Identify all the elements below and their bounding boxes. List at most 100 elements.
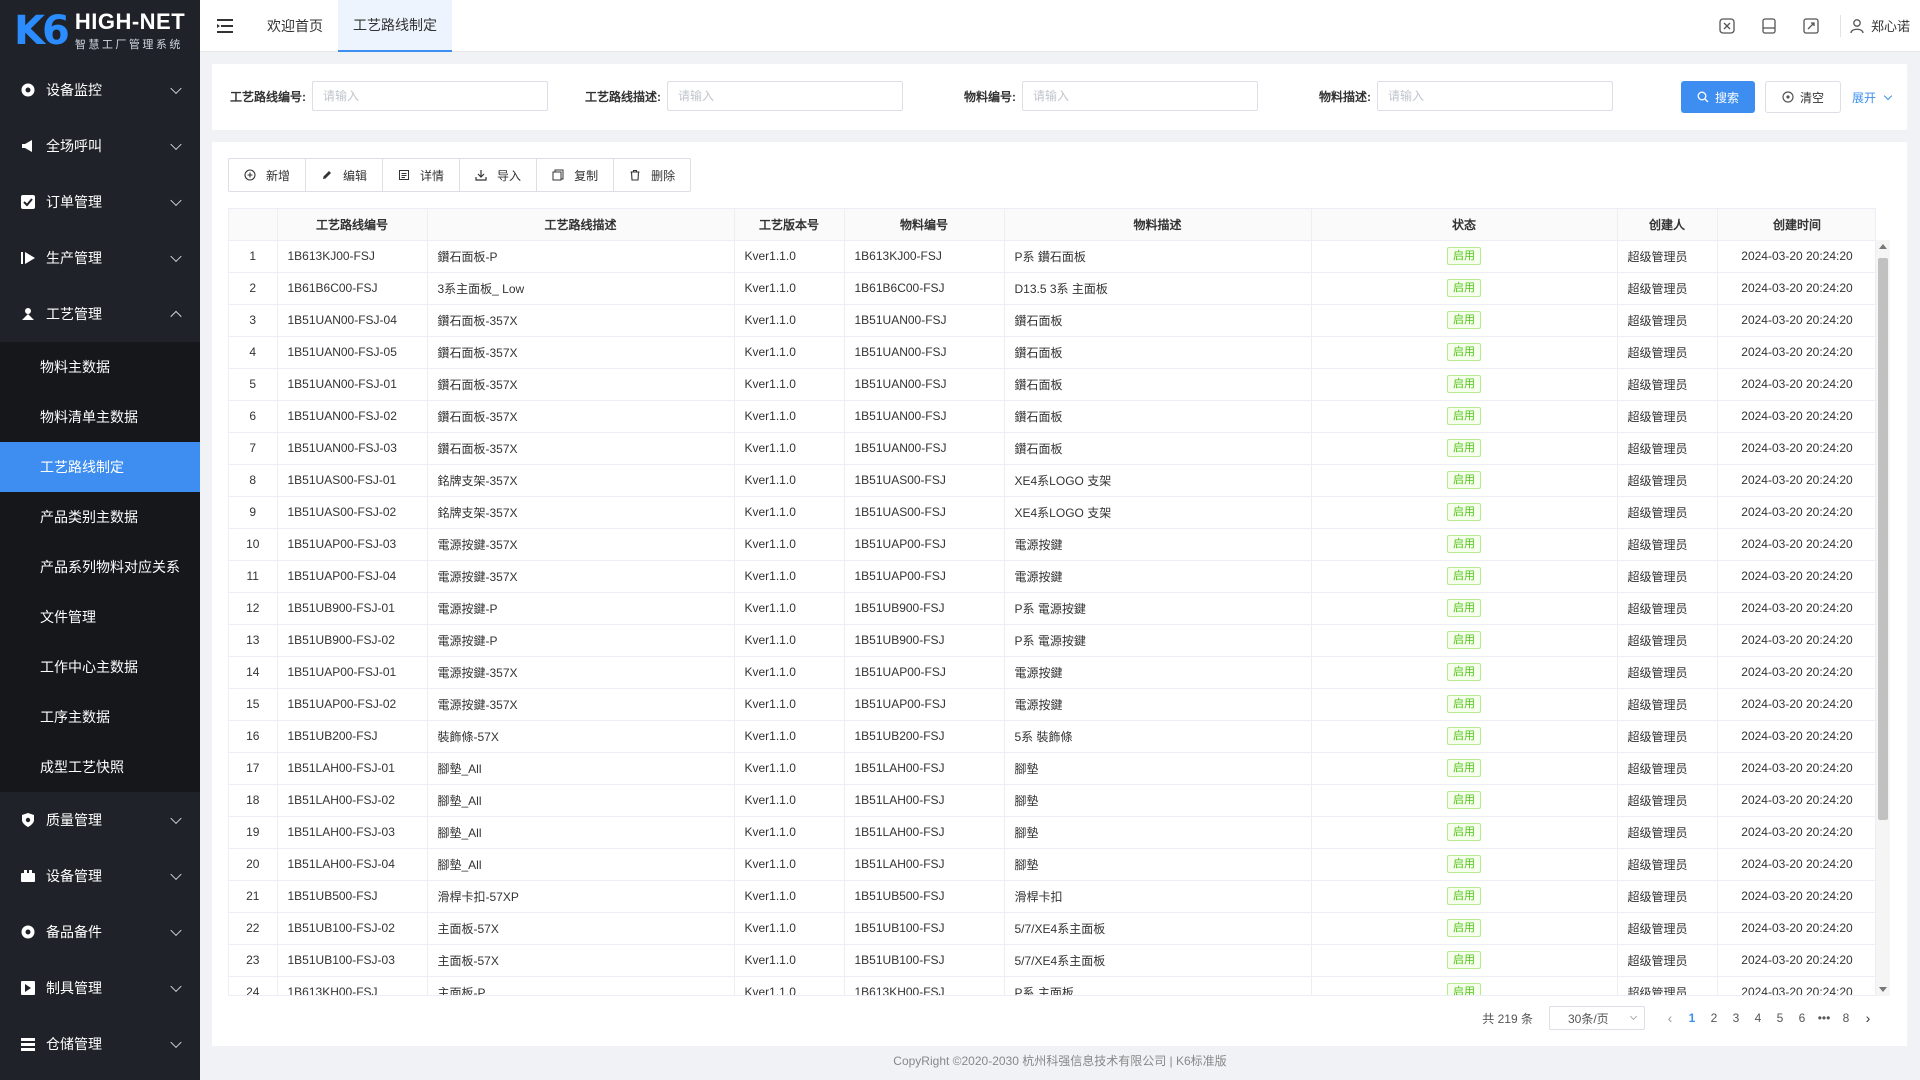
table-cell: Kver1.1.0 [734, 688, 845, 721]
close-tab-icon[interactable] [1706, 0, 1748, 52]
submenu-item[interactable]: 物料主数据 [0, 342, 200, 392]
clear-button[interactable]: 清空 [1765, 81, 1841, 113]
scroll-down-icon[interactable] [1879, 987, 1887, 992]
table-cell: 1B613KH00-FSJ [277, 976, 428, 995]
table-cell: 鑽石面板 [1004, 432, 1312, 465]
route-desc-input[interactable] [667, 81, 903, 111]
sidebar-item-shield-0[interactable]: 质量管理 [0, 792, 200, 848]
table-cell: 1B51UAP00-FSJ [844, 688, 1005, 721]
column-header: 创建人 [1617, 209, 1718, 241]
expand-toggle[interactable]: 展开 [1852, 89, 1893, 106]
table-cell: 2024-03-20 20:24:20 [1717, 944, 1875, 977]
tab-welcome[interactable]: 欢迎首页 [252, 0, 338, 52]
page-number[interactable]: 8 [1835, 1011, 1857, 1025]
table-row[interactable]: 7 1B51UAN00-FSJ-03 鑽石面板-357X Kver1.1.0 1B51U… [229, 432, 1875, 465]
submenu-item[interactable]: 工艺路线制定 [0, 442, 200, 492]
detail-button[interactable]: 详情 [382, 158, 461, 192]
save-icon[interactable] [1748, 0, 1790, 52]
submenu-item[interactable]: 工序主数据 [0, 692, 200, 742]
table-cell: 1B51UAN00-FSJ-01 [277, 368, 428, 401]
table-cell: Kver1.1.0 [734, 816, 845, 849]
table-cell: 1B51UB900-FSJ-02 [277, 624, 428, 657]
page-number[interactable]: 4 [1747, 1011, 1769, 1025]
sidebar-item-gear-0[interactable]: 设备监控 [0, 62, 200, 118]
table-row[interactable]: 13 1B51UB900-FSJ-02 電源按鍵-P Kver1.1.0 1B51UB9… [229, 624, 1875, 657]
table-row[interactable]: 17 1B51LAH00-FSJ-01 腳墊_All Kver1.1.0 1B51LAH… [229, 752, 1875, 785]
table-row[interactable]: 14 1B51UAP00-FSJ-01 電源按鍵-357X Kver1.1.0 1B51… [229, 656, 1875, 689]
page-number[interactable]: 6 [1791, 1011, 1813, 1025]
route-code-input[interactable] [312, 81, 548, 111]
material-desc-input[interactable] [1377, 81, 1613, 111]
table-cell: 超级管理员 [1617, 272, 1718, 305]
import-button[interactable]: 导入 [459, 158, 538, 192]
sidebar-item-tool-3[interactable]: 制具管理 [0, 960, 200, 1016]
table-row[interactable]: 20 1B51LAH00-FSJ-04 腳墊_All Kver1.1.0 1B51LAH… [229, 848, 1875, 881]
tab-process-route[interactable]: 工艺路线制定 [338, 0, 452, 52]
logo[interactable]: K6 HIGH-NET 智慧工厂管理系统 [0, 0, 200, 62]
plus-circle-button[interactable]: 新增 [228, 158, 307, 192]
table-row[interactable]: 15 1B51UAP00-FSJ-02 電源按鍵-357X Kver1.1.0 1B51… [229, 688, 1875, 721]
delete-button[interactable]: 删除 [613, 158, 692, 192]
edit-button[interactable]: 编辑 [305, 158, 384, 192]
sidebar-item-machine-1[interactable]: 设备管理 [0, 848, 200, 904]
table-cell: Kver1.1.0 [734, 976, 845, 995]
table-cell: 2024-03-20 20:24:20 [1717, 560, 1875, 593]
table-row[interactable]: 5 1B51UAN00-FSJ-01 鑽石面板-357X Kver1.1.0 1B51U… [229, 368, 1875, 401]
table-row[interactable]: 22 1B51UB100-FSJ-02 主面板-57X Kver1.1.0 1B51UB… [229, 912, 1875, 945]
table-row[interactable]: 9 1B51UAS00-FSJ-02 銘牌支架-357X Kver1.1.0 1B51U… [229, 496, 1875, 529]
scrollbar-thumb[interactable] [1878, 258, 1888, 820]
table-row[interactable]: 24 1B613KH00-FSJ 主面板-P Kver1.1.0 1B613KH00-F… [229, 976, 1875, 995]
page-number[interactable]: 5 [1769, 1011, 1791, 1025]
toolbar-button-label: 删除 [651, 168, 676, 183]
table-row[interactable]: 19 1B51LAH00-FSJ-03 腳墊_All Kver1.1.0 1B51LAH… [229, 816, 1875, 849]
scroll-up-icon[interactable] [1879, 244, 1887, 249]
sidebar-item-megaphone-1[interactable]: 全场呼叫 [0, 118, 200, 174]
search-button[interactable]: 搜索 [1681, 81, 1755, 113]
user-menu[interactable]: 郑心诺 [1849, 16, 1920, 35]
sidebar-item-warehouse-4[interactable]: 仓储管理 [0, 1016, 200, 1072]
page-number[interactable]: 2 [1703, 1011, 1725, 1025]
fullscreen-icon[interactable] [1790, 0, 1832, 52]
column-header: 工艺路线编号 [277, 209, 428, 241]
submenu-item[interactable]: 产品类别主数据 [0, 492, 200, 542]
material-code-input[interactable] [1022, 81, 1258, 111]
table-cell: 6 [229, 400, 278, 433]
sidebar-item-gear-2[interactable]: 备品备件 [0, 904, 200, 960]
more-pages-icon[interactable]: ••• [1813, 1011, 1835, 1025]
table-row[interactable]: 16 1B51UB200-FSJ 裝飾條-57X Kver1.1.0 1B51UB200… [229, 720, 1875, 753]
submenu-item[interactable]: 文件管理 [0, 592, 200, 642]
table-cell: 2024-03-20 20:24:20 [1717, 816, 1875, 849]
table-row[interactable]: 12 1B51UB900-FSJ-01 電源按鍵-P Kver1.1.0 1B51UB9… [229, 592, 1875, 625]
prev-page-button[interactable]: ‹ [1659, 1010, 1681, 1026]
table-row[interactable]: 3 1B51UAN00-FSJ-04 鑽石面板-357X Kver1.1.0 1B51U… [229, 304, 1875, 337]
table-row[interactable]: 21 1B51UB500-FSJ 滑桿卡扣-57XP Kver1.1.0 1B51UB5… [229, 880, 1875, 913]
table-row[interactable]: 2 1B61B6C00-FSJ 3系主面板_ Low Kver1.1.0 1B61B6C… [229, 272, 1875, 305]
page-number[interactable]: 3 [1725, 1011, 1747, 1025]
table-row[interactable]: 23 1B51UB100-FSJ-03 主面板-57X Kver1.1.0 1B51UB… [229, 944, 1875, 977]
table-scrollbar[interactable] [1876, 240, 1890, 996]
table-row[interactable]: 18 1B51LAH00-FSJ-02 腳墊_All Kver1.1.0 1B51LAH… [229, 784, 1875, 817]
status-cell: 启用 [1311, 240, 1618, 273]
sidebar-item-checkbox-2[interactable]: 订单管理 [0, 174, 200, 230]
submenu-item[interactable]: 工作中心主数据 [0, 642, 200, 692]
sidebar-item-process-management[interactable]: 工艺管理 [0, 286, 200, 342]
table-row[interactable]: 4 1B51UAN00-FSJ-05 鑽石面板-357X Kver1.1.0 1B51U… [229, 336, 1875, 369]
sidebar-item-play-3[interactable]: 生产管理 [0, 230, 200, 286]
page-size-select[interactable]: 30条/页 [1549, 1006, 1645, 1030]
submenu-item[interactable]: 物料清单主数据 [0, 392, 200, 442]
table-row[interactable]: 11 1B51UAP00-FSJ-04 電源按鍵-357X Kver1.1.0 1B51… [229, 560, 1875, 593]
table-cell: 主面板-57X [427, 912, 735, 945]
table-row[interactable]: 8 1B51UAS00-FSJ-01 銘牌支架-357X Kver1.1.0 1B51U… [229, 464, 1875, 497]
table-row[interactable]: 10 1B51UAP00-FSJ-03 電源按鍵-357X Kver1.1.0 1B51… [229, 528, 1875, 561]
status-cell: 启用 [1311, 464, 1618, 497]
table-cell: 1B51UAN00-FSJ [844, 400, 1005, 433]
copy-button[interactable]: 复制 [536, 158, 615, 192]
page-number[interactable]: 1 [1681, 1011, 1703, 1025]
menu-toggle-icon[interactable] [200, 0, 252, 52]
table-row[interactable]: 1 1B613KJ00-FSJ 鑽石面板-P Kver1.1.0 1B613KJ00-F… [229, 240, 1875, 273]
submenu-item[interactable]: 成型工艺快照 [0, 742, 200, 792]
table-row[interactable]: 6 1B51UAN00-FSJ-02 鑽石面板-357X Kver1.1.0 1B51U… [229, 400, 1875, 433]
submenu-item[interactable]: 产品系列物料对应关系 [0, 542, 200, 592]
table-cell: 超级管理员 [1617, 240, 1718, 273]
next-page-button[interactable]: › [1857, 1010, 1879, 1026]
